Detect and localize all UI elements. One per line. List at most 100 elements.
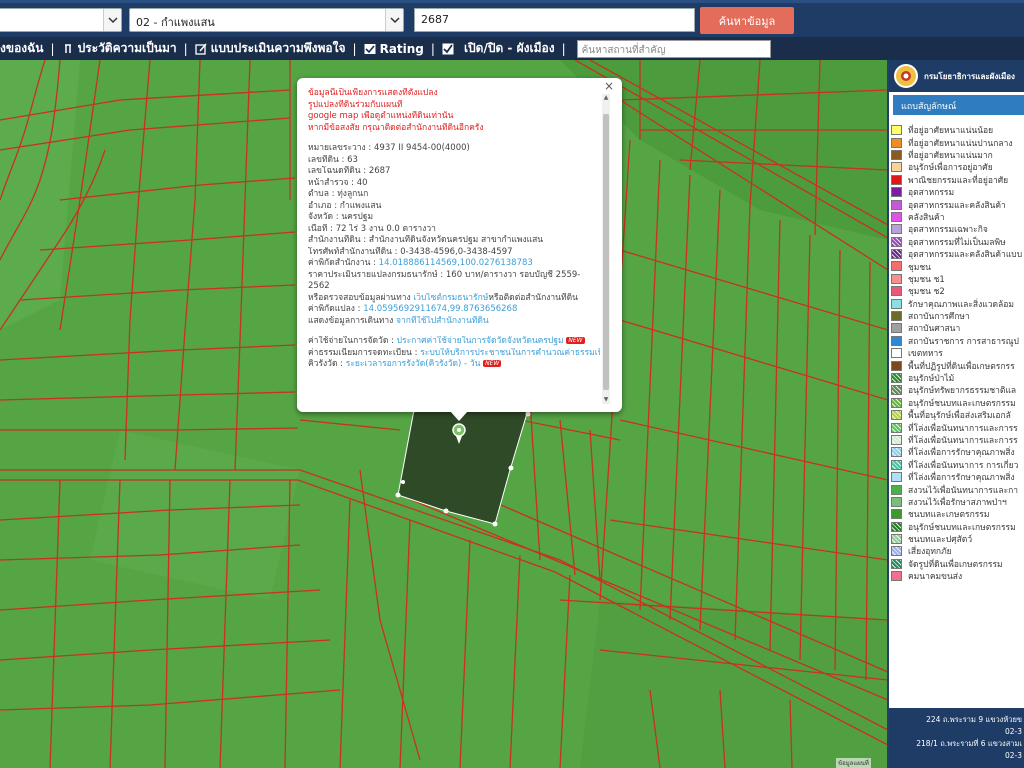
legend-item[interactable]: ที่อยู่อาศัยหนาแน่นน้อย	[889, 124, 1024, 136]
parcel-field-row: จังหวัด : นครปฐม	[308, 212, 374, 222]
legend-item[interactable]: ชุมชน ช1	[889, 273, 1024, 285]
province-select[interactable]	[0, 8, 122, 32]
legend-item[interactable]: ที่โล่งเพื่อนันทนาการและการร	[889, 421, 1024, 434]
legend-swatch	[891, 447, 902, 458]
legend-swatch	[891, 199, 902, 210]
place-search-input[interactable]: ค้นหาสถานที่สำคัญ	[576, 39, 771, 58]
amphoe-select[interactable]: 02 - กำแพงแสน	[129, 8, 404, 32]
legend-item[interactable]: รักษาคุณภาพและสิ่งแวดล้อม	[889, 297, 1024, 310]
field-value: 72 ไร่ 3 งาน 0.0 ตารางวา	[335, 223, 436, 234]
field-value: 63	[347, 154, 358, 165]
extra-link-row: ค่าใช้จ่ายในการจัดวัด : ประกาศค่าใช้จ่าย…	[308, 336, 585, 346]
parcel-field-row: ตำบล : ทุ่งลูกนก	[308, 189, 369, 199]
legend-item[interactable]: ที่อยู่อาศัยหนาแน่นปานกลาง	[889, 136, 1024, 149]
scrollbar-thumb[interactable]	[603, 114, 609, 390]
extra-link[interactable]: ระบบให้บริการประชาชนในการคำนวณค่าธรรมเนี…	[420, 348, 600, 358]
field-value[interactable]: 14.018886114569,100.0276138783	[379, 258, 533, 268]
close-icon[interactable]: ×	[604, 80, 614, 92]
legend-item[interactable]: ที่โล่งเพื่อนันทนาการและการร	[889, 434, 1024, 446]
legend-item[interactable]: สถาบันราชการ การสาธารณูป	[889, 335, 1024, 347]
legend-swatch	[891, 174, 902, 185]
legend-item[interactable]: อนุรักษ์ชนบทและเกษตรกรรม	[889, 397, 1024, 409]
legend-item[interactable]: ที่โล่งเพื่อการรักษาคุณภาพสิ่ง	[889, 446, 1024, 458]
nav-history[interactable]: ประวัติความเป็นมา	[62, 39, 177, 58]
legend-item[interactable]: สถาบันศาสนา	[889, 322, 1024, 334]
legend-item[interactable]: ชุมชน ช2	[889, 285, 1024, 297]
legend-item[interactable]: อนุรักษ์ป่าไม้	[889, 372, 1024, 384]
legend-swatch	[891, 311, 902, 322]
warning-line: google map เพื่อดูตำแหน่งที่ดินเท่านั้น	[308, 111, 454, 121]
legend-swatch	[891, 261, 902, 272]
popup-scrollbar[interactable]: ▲ ▼	[602, 94, 610, 404]
nav-cityplan-toggle[interactable]: เปิด/ปิด - ผังเมือง	[442, 39, 555, 58]
parcel-field-row: อำเภอ : กำแพงแสน	[308, 200, 382, 211]
legend-item[interactable]: ชุมชน	[889, 260, 1024, 273]
legend-item[interactable]: อุตสาหกรรม	[889, 186, 1024, 198]
legend-subtitle[interactable]: แถบสัญลักษณ์	[893, 95, 1024, 115]
scroll-down-icon[interactable]: ▼	[602, 396, 610, 404]
parcel-number-input[interactable]: 2687	[414, 8, 695, 32]
legend-item[interactable]: อุตสาหกรรมและคลังสินค้า	[889, 198, 1024, 211]
chevron-down-icon	[385, 9, 403, 31]
legend-panel: กรมโยธาธิการและผังเมือง แถบสัญลักษณ์ ที่…	[887, 60, 1024, 768]
legend-item[interactable]: อนุรักษ์เพื่อการอยู่อาศัย	[889, 161, 1024, 173]
legend-label: คมนาคมขนส่ง	[908, 572, 963, 583]
legend-item[interactable]: ที่โล่งเพื่อนันทนาการ การเกี่ยว	[889, 459, 1024, 471]
legend-item[interactable]: เสี่ยงอุทกภัย	[889, 545, 1024, 557]
coord-link[interactable]: 14.0595692911674,99.8763656268	[363, 304, 517, 314]
legend-item[interactable]: พื้นที่อนุรักษ์เพื่อส่งเสริมเอกลั	[889, 409, 1024, 421]
legend-item[interactable]: คมนาคมขนส่ง	[889, 570, 1024, 582]
legend-swatch	[891, 373, 902, 383]
search-button[interactable]: ค้นหาข้อมูล	[700, 7, 794, 34]
legend-swatch	[891, 571, 902, 582]
legend-item[interactable]: ชนบทและปศุสัตว์	[889, 533, 1024, 545]
legend-item[interactable]: อุตสาหกรรมและคลังสินค้าแบบ	[889, 248, 1024, 260]
field-value: สำนักงานที่ดินจังหวัดนครปฐม สาขากำแพงแสน	[368, 235, 544, 245]
warning-line: รูปแปลงที่ดินร่วมกับแผนที่	[308, 99, 403, 110]
legend-swatch	[891, 224, 902, 235]
field-label: อำเภอ	[308, 200, 332, 211]
extra-link[interactable]: ระยะเวลารอการรังวัด(คิวรังวัด) - วัน	[346, 359, 481, 369]
legend-swatch	[891, 521, 902, 532]
legend-item[interactable]: อุตสาหกรรมที่ไม่เป็นมลพิษ	[889, 236, 1024, 248]
legend-item[interactable]: อนุรักษ์ชนบทและเกษตรกรรม	[889, 521, 1024, 533]
scroll-up-icon[interactable]: ▲	[602, 94, 610, 102]
coord-line: ค่าพิกัดแปลง : 14.0595692911674,99.87636…	[308, 304, 518, 314]
legend-item[interactable]: พาณิชยกรรมและที่อยู่อาศัย	[889, 174, 1024, 186]
legend-swatch	[891, 472, 902, 483]
legend-item[interactable]: อุตสาหกรรมเฉพาะกิจ	[889, 223, 1024, 235]
legend-item[interactable]: คลังสินค้า	[889, 211, 1024, 223]
legend-item[interactable]: เขตทหาร	[889, 347, 1024, 359]
legend-item[interactable]: ที่โล่งเพื่อการรักษาคุณภาพสิ่ง	[889, 471, 1024, 483]
route-link[interactable]: จากที่ใช้ไปสำนักงานที่ดิน	[396, 316, 489, 326]
parcel-field-row: ราคาประเมินรายแปลงกรมธนารักษ์ : 160 บาท/…	[308, 269, 581, 292]
legend-swatch	[891, 410, 902, 421]
legend-item[interactable]: สถาบันการศึกษา	[889, 310, 1024, 322]
parcel-field-row: โทรศัพท์สำนักงานที่ดิน : 0-3438-4596,0-3…	[308, 246, 513, 257]
legend-item[interactable]: ที่อยู่อาศัยหนาแน่นมาก	[889, 149, 1024, 161]
legend-swatch	[891, 236, 902, 247]
legend-item[interactable]: สงวนไว้เพื่อรักษาสภาพป่าฯ	[889, 496, 1024, 508]
footer-address: 218/1 ถ.พระรามที่ 6 แขวงสามเ	[916, 739, 1022, 748]
nav-survey[interactable]: แบบประเมินความพึงพอใจ	[194, 39, 346, 58]
checkbox-icon[interactable]	[442, 43, 454, 55]
legend-swatch	[891, 137, 902, 148]
legend-item[interactable]: ชนบทและเกษตรกรรม	[889, 508, 1024, 520]
legend-item[interactable]: พื้นที่ปฏิรูปที่ดินเพื่อเกษตรกรร	[889, 359, 1024, 372]
history-icon	[64, 43, 71, 53]
map-attribution[interactable]: ข้อมูลแผนที่	[836, 758, 871, 768]
legend-item[interactable]: จัดรูปที่ดินเพื่อเกษตรกรรม	[889, 558, 1024, 570]
legend-header: กรมโยธาธิการและผังเมือง	[889, 60, 1024, 92]
nav-bar: งของฉัน | ประวัติความเป็นมา | แบบประเมิน…	[0, 37, 1024, 60]
extra-link[interactable]: ประกาศค่าใช้จ่ายในการจัดวัดจังหวัดนครปฐม	[397, 336, 564, 346]
extra-link-row: ค่าธรรมเนียมการจดทะเบียน : ระบบให้บริการ…	[308, 348, 600, 360]
treasury-link[interactable]: เว็บไซต์กรมธนารักษ์	[413, 293, 488, 303]
nav-rating[interactable]: Rating	[364, 42, 424, 56]
legend-item[interactable]: อนุรักษ์ทรัพยากรธรรมชาติแล	[889, 384, 1024, 396]
warning-line: หากมีข้อสงสัย กรุณาติดต่อสำนักงานที่ดินอ…	[308, 122, 484, 133]
nav-my-items[interactable]: งของฉัน	[0, 39, 44, 58]
parcel-field-row: เลขโฉนดที่ดิน : 2687	[308, 166, 391, 176]
legend-swatch	[891, 459, 902, 470]
legend-item[interactable]: สงวนไว้เพื่อนันทนาการและกา	[889, 483, 1024, 496]
field-value: ทุ่งลูกนก	[337, 189, 369, 199]
